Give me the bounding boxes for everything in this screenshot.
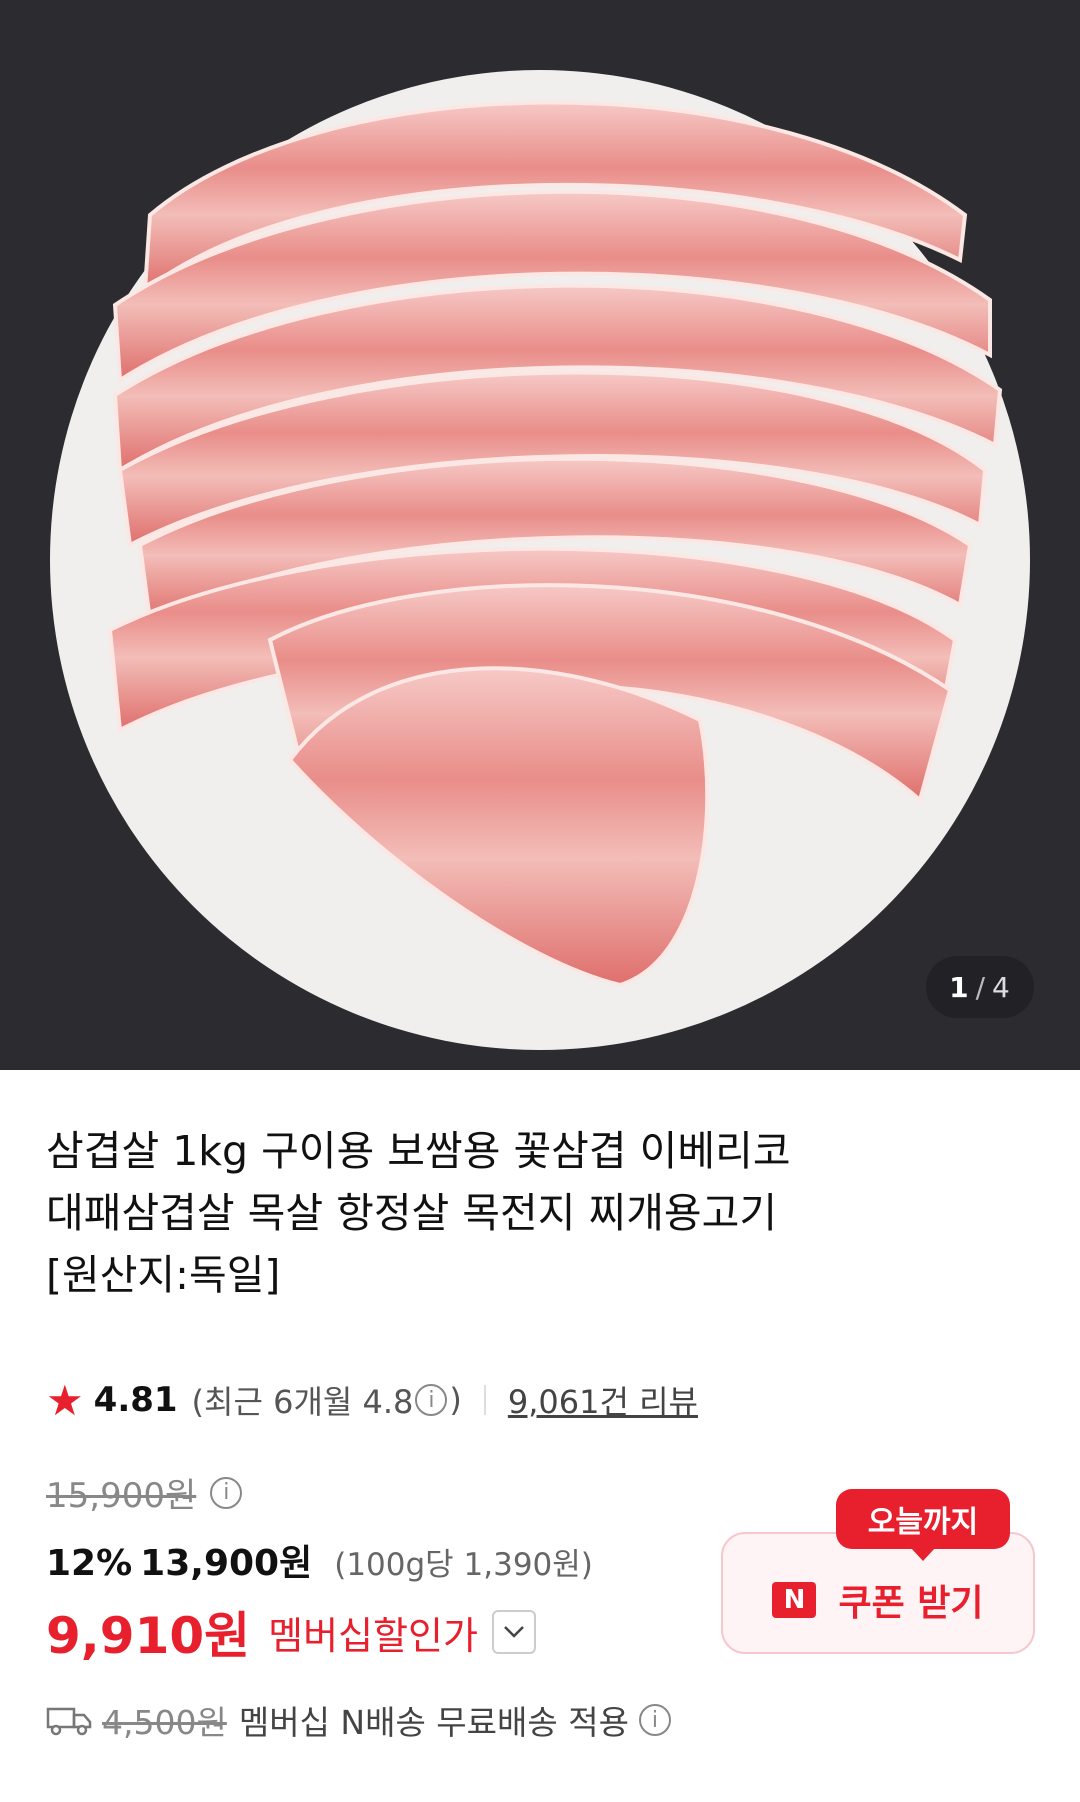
rating-row: ★ 4.81 (최근 6개월 4.8 i ) 9,061건 리뷰 bbox=[46, 1372, 698, 1428]
image-counter-separator: / bbox=[975, 970, 987, 1004]
product-title-line-2: 대패삼겹살 목살 항정살 목전지 찌개용고기 bbox=[46, 1189, 778, 1237]
rating-score: 4.81 bbox=[93, 1380, 178, 1420]
coupon-button[interactable]: N 쿠폰 받기 bbox=[721, 1532, 1035, 1654]
original-price: 15,900원 bbox=[46, 1476, 197, 1516]
info-icon[interactable]: i bbox=[415, 1384, 448, 1416]
chevron-down-icon[interactable] bbox=[491, 1610, 536, 1654]
member-price-row: 9,910원 멤버십할인가 bbox=[46, 1596, 536, 1668]
coupon-content: N 쿠폰 받기 bbox=[723, 1574, 1033, 1626]
sale-price-row: 12% 13,900원 (100g당 1,390원) bbox=[46, 1534, 593, 1586]
recent-rating-prefix: (최근 6개월 4.8 bbox=[191, 1383, 414, 1421]
shipping-label: 멤버십 N배송 무료배송 적용 bbox=[238, 1703, 629, 1742]
original-price-row: 15,900원 i bbox=[46, 1468, 244, 1517]
discount-percent: 12% bbox=[46, 1543, 133, 1584]
recent-rating-suffix: ) bbox=[449, 1381, 462, 1419]
member-price-label: 멤버십할인가 bbox=[268, 1613, 478, 1658]
product-title-line-3: [원산지:독일] bbox=[46, 1251, 281, 1299]
coupon-deadline-badge: 오늘까지 bbox=[836, 1489, 1010, 1561]
unit-price: (100g당 1,390원) bbox=[334, 1547, 593, 1583]
original-shipping-fee: 4,500원 bbox=[102, 1703, 227, 1742]
shipping-info-icon[interactable]: i bbox=[638, 1704, 671, 1736]
sale-price: 13,900원 bbox=[140, 1543, 313, 1584]
truck-icon bbox=[46, 1707, 92, 1736]
member-price: 9,910원 bbox=[46, 1607, 251, 1665]
divider bbox=[483, 1385, 486, 1415]
product-title: 삼겹살 1kg 구이용 보쌈용 꽃삼겹 이베리코 대패삼겹살 목살 항정살 목전… bbox=[46, 1120, 1036, 1306]
naver-n-icon: N bbox=[772, 1582, 817, 1618]
shipping-row: 4,500원 멤버십 N배송 무료배송 적용 i bbox=[46, 1696, 673, 1744]
pork-belly-photo bbox=[50, 70, 1030, 1050]
image-counter-total: 4 bbox=[992, 970, 1011, 1004]
review-count-link[interactable]: 9,061건 리뷰 bbox=[508, 1377, 698, 1423]
image-counter: 1 / 4 bbox=[926, 956, 1034, 1018]
product-title-line-1: 삼겹살 1kg 구이용 보쌈용 꽃삼겹 이베리코 bbox=[46, 1127, 791, 1175]
image-counter-current: 1 bbox=[949, 970, 970, 1004]
star-icon: ★ bbox=[46, 1375, 84, 1425]
price-info-icon[interactable]: i bbox=[210, 1476, 243, 1509]
product-image[interactable]: 1 / 4 bbox=[0, 0, 1080, 1070]
coupon-label: 쿠폰 받기 bbox=[838, 1583, 984, 1624]
